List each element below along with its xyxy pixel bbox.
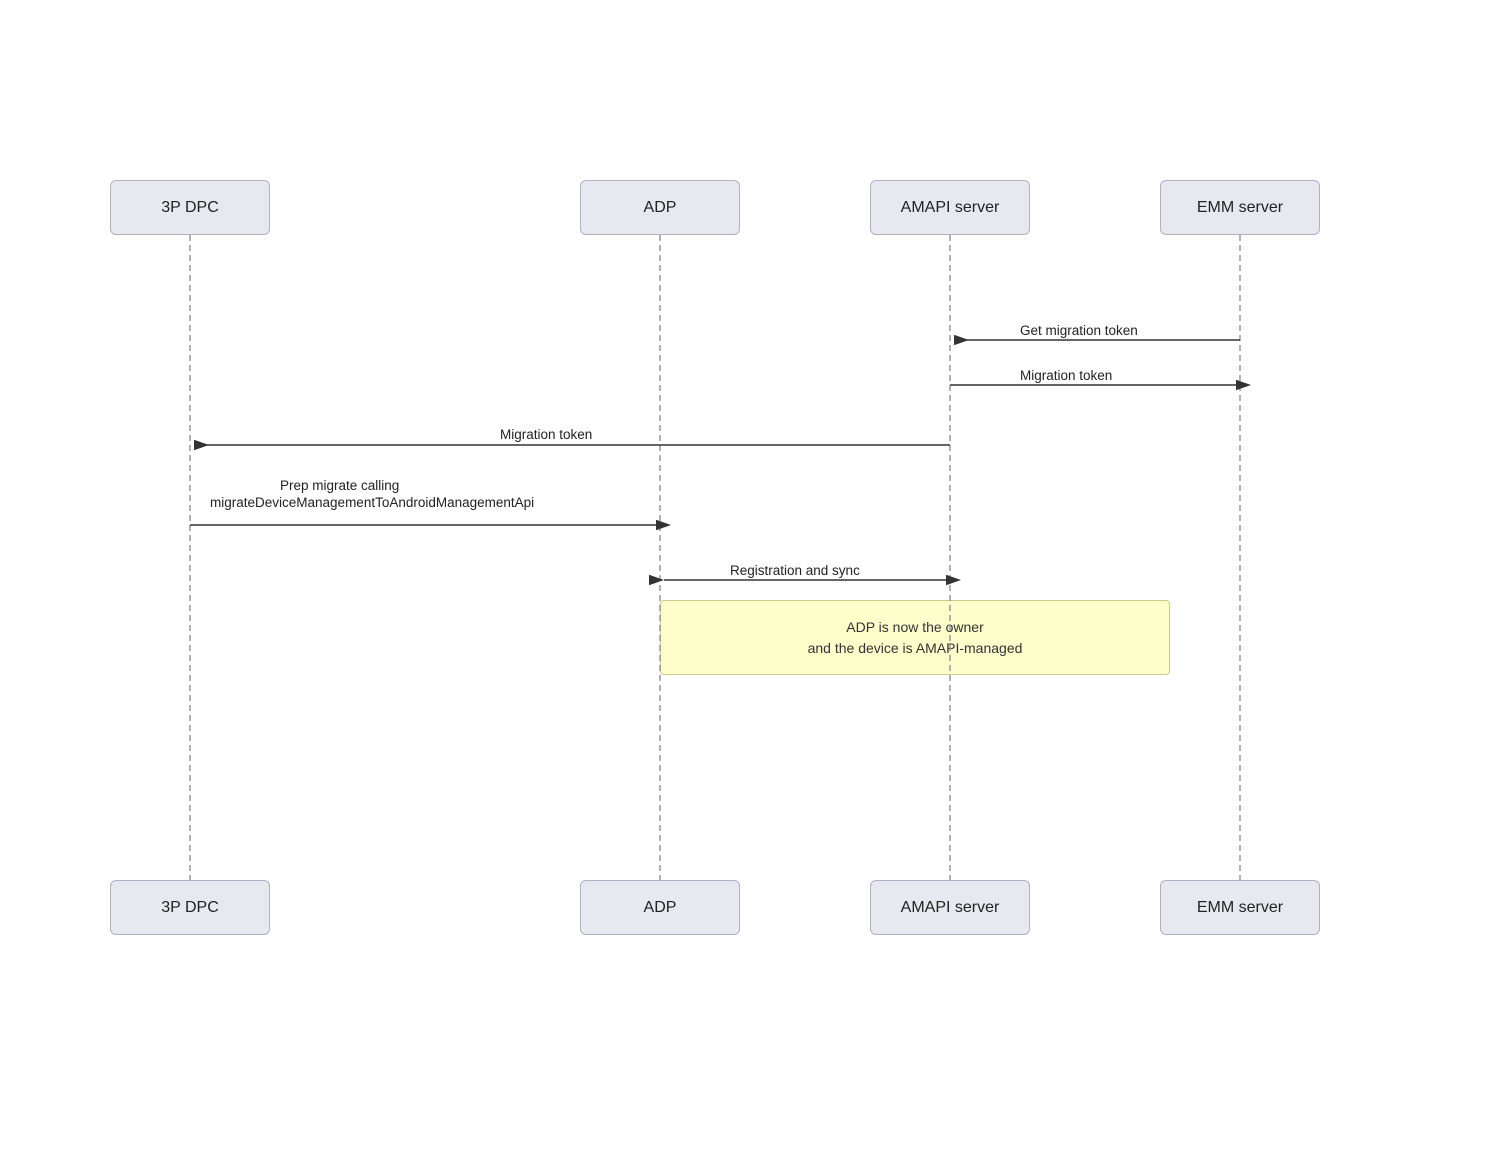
msg5-label: Registration and sync <box>730 563 860 578</box>
actor-3pdpc-bottom: 3P DPC <box>110 880 270 935</box>
actor-amapi-bottom: AMAPI server <box>870 880 1030 935</box>
diagram-container: 3P DPC ADP AMAPI server EMM server 3P DP… <box>50 180 1450 980</box>
highlight-text: ADP is now the ownerand the device is AM… <box>808 617 1023 659</box>
msg1-label: Get migration token <box>1020 323 1138 338</box>
sequence-arrows <box>50 180 1450 980</box>
actor-amapi-top: AMAPI server <box>870 180 1030 235</box>
actor-emm-bottom: EMM server <box>1160 880 1320 935</box>
actor-emm-top: EMM server <box>1160 180 1320 235</box>
actor-3pdpc-top: 3P DPC <box>110 180 270 235</box>
msg4-label1: Prep migrate calling <box>280 478 399 493</box>
actor-adp-top: ADP <box>580 180 740 235</box>
msg3-label: Migration token <box>500 427 592 442</box>
highlight-box: ADP is now the ownerand the device is AM… <box>660 600 1170 675</box>
msg2-label: Migration token <box>1020 368 1112 383</box>
actor-adp-bottom: ADP <box>580 880 740 935</box>
msg4-label2: migrateDeviceManagementToAndroidManageme… <box>210 495 534 510</box>
